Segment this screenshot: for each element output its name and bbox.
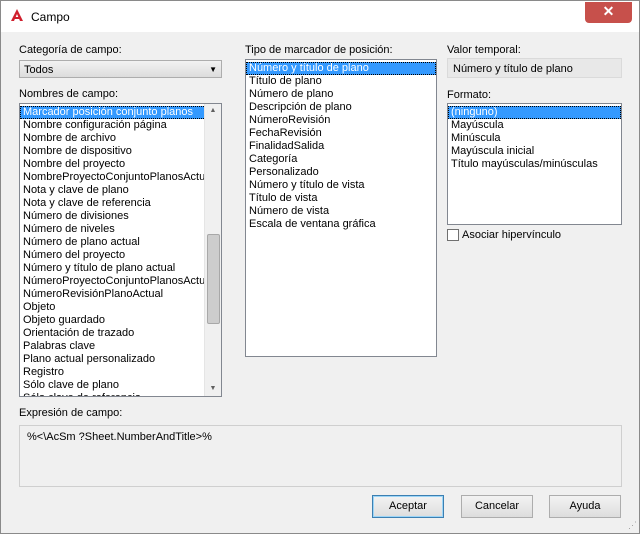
category-selected-value: Todos (24, 64, 54, 76)
placeholder-type-item[interactable]: Número de plano (246, 88, 436, 101)
field-name-item[interactable]: Registro (20, 366, 206, 379)
field-name-item[interactable]: Nota y clave de referencia (20, 197, 206, 210)
field-name-item[interactable]: Número y título de plano actual (20, 262, 206, 275)
field-name-item[interactable]: Objeto guardado (20, 314, 206, 327)
format-label: Formato: (447, 89, 492, 101)
scroll-thumb[interactable] (207, 234, 220, 324)
placeholder-type-label: Tipo de marcador de posición: (245, 44, 393, 56)
field-name-item[interactable]: Objeto (20, 301, 206, 314)
title-bar: Campo ✕ (1, 1, 639, 32)
category-label: Categoría de campo: (19, 44, 122, 56)
format-item[interactable]: (ninguno) (448, 106, 621, 119)
field-name-item[interactable]: Marcador posición conjunto planos (20, 106, 206, 119)
field-name-item[interactable]: Número del proyecto (20, 249, 206, 262)
close-icon: ✕ (602, 3, 615, 19)
field-names-list[interactable]: Marcador posición conjunto planos Nombre … (19, 103, 222, 397)
field-name-item[interactable]: Nombre del proyecto (20, 158, 206, 171)
autocad-logo-icon (11, 9, 23, 21)
placeholder-type-item[interactable]: FinalidadSalida (246, 140, 436, 153)
category-select[interactable]: Todos ▼ (19, 60, 222, 78)
field-name-item[interactable]: Nombre de dispositivo (20, 145, 206, 158)
resize-grip-icon[interactable]: ⋰ (628, 520, 637, 531)
format-item[interactable]: Título mayúsculas/minúsculas (448, 158, 621, 171)
field-names-label: Nombres de campo: (19, 88, 119, 100)
temp-value-field: Número y título de plano (447, 58, 622, 78)
format-list[interactable]: (ninguno) Mayúscula Minúscula Mayúscula ini… (447, 103, 622, 225)
field-name-item[interactable]: Número de divisiones (20, 210, 206, 223)
ok-button[interactable]: Aceptar (372, 495, 444, 518)
expression-field[interactable]: %<\AcSm ?Sheet.NumberAndTitle>% (19, 425, 622, 487)
field-name-item[interactable]: Nombre configuración página (20, 119, 206, 132)
placeholder-type-item[interactable]: Número y título de vista (246, 179, 436, 192)
cancel-button[interactable]: Cancelar (461, 495, 533, 518)
hyperlink-label[interactable]: Asociar hipervínculo (462, 229, 561, 241)
field-name-item[interactable]: Número de niveles (20, 223, 206, 236)
field-name-item[interactable]: Nombre de archivo (20, 132, 206, 145)
placeholder-type-item[interactable]: NúmeroRevisión (246, 114, 436, 127)
field-name-item[interactable]: Palabras clave (20, 340, 206, 353)
temp-value-label: Valor temporal: (447, 44, 521, 56)
close-button[interactable]: ✕ (585, 2, 632, 23)
format-item[interactable]: Minúscula (448, 132, 621, 145)
placeholder-type-item[interactable]: Categoría (246, 153, 436, 166)
field-name-item[interactable]: NombreProyectoConjuntoPlanosActual (20, 171, 206, 184)
format-item[interactable]: Mayúscula inicial (448, 145, 621, 158)
help-button[interactable]: Ayuda (549, 495, 621, 518)
format-item[interactable]: Mayúscula (448, 119, 621, 132)
placeholder-type-item[interactable]: FechaRevisión (246, 127, 436, 140)
field-name-item[interactable]: NúmeroProyectoConjuntoPlanosActual (20, 275, 206, 288)
placeholder-type-item[interactable]: Descripción de plano (246, 101, 436, 114)
placeholder-type-item[interactable]: Personalizado (246, 166, 436, 179)
scroll-up-icon[interactable]: ▲ (205, 104, 221, 118)
field-name-item[interactable]: Número de plano actual (20, 236, 206, 249)
hyperlink-checkbox[interactable] (447, 229, 459, 241)
chevron-down-icon: ▼ (209, 65, 217, 74)
field-name-item[interactable]: Sólo clave de referencia (20, 392, 206, 396)
placeholder-type-item[interactable]: Título de vista (246, 192, 436, 205)
expression-text: %<\AcSm ?Sheet.NumberAndTitle>% (27, 431, 212, 443)
field-name-item[interactable]: Orientación de trazado (20, 327, 206, 340)
temp-value-text: Número y título de plano (453, 63, 573, 75)
field-name-item[interactable]: Plano actual personalizado (20, 353, 206, 366)
window-title: Campo (31, 10, 70, 24)
placeholder-type-item[interactable]: Número de vista (246, 205, 436, 218)
placeholder-type-item[interactable]: Escala de ventana gráfica (246, 218, 436, 231)
placeholder-type-item[interactable]: Número y título de plano (246, 62, 436, 75)
field-dialog: Campo ✕ Categoría de campo: Todos ▼ Nomb… (0, 0, 640, 534)
field-name-item[interactable]: Sólo clave de plano (20, 379, 206, 392)
field-name-item[interactable]: NúmeroRevisiónPlanoActual (20, 288, 206, 301)
field-name-item[interactable]: Nota y clave de plano (20, 184, 206, 197)
placeholder-type-list[interactable]: Número y título de plano Título de plano N… (245, 59, 437, 357)
scroll-down-icon[interactable]: ▼ (205, 382, 221, 396)
expression-label: Expresión de campo: (19, 407, 123, 419)
field-names-scrollbar[interactable]: ▲ ▼ (204, 104, 221, 396)
placeholder-type-item[interactable]: Título de plano (246, 75, 436, 88)
